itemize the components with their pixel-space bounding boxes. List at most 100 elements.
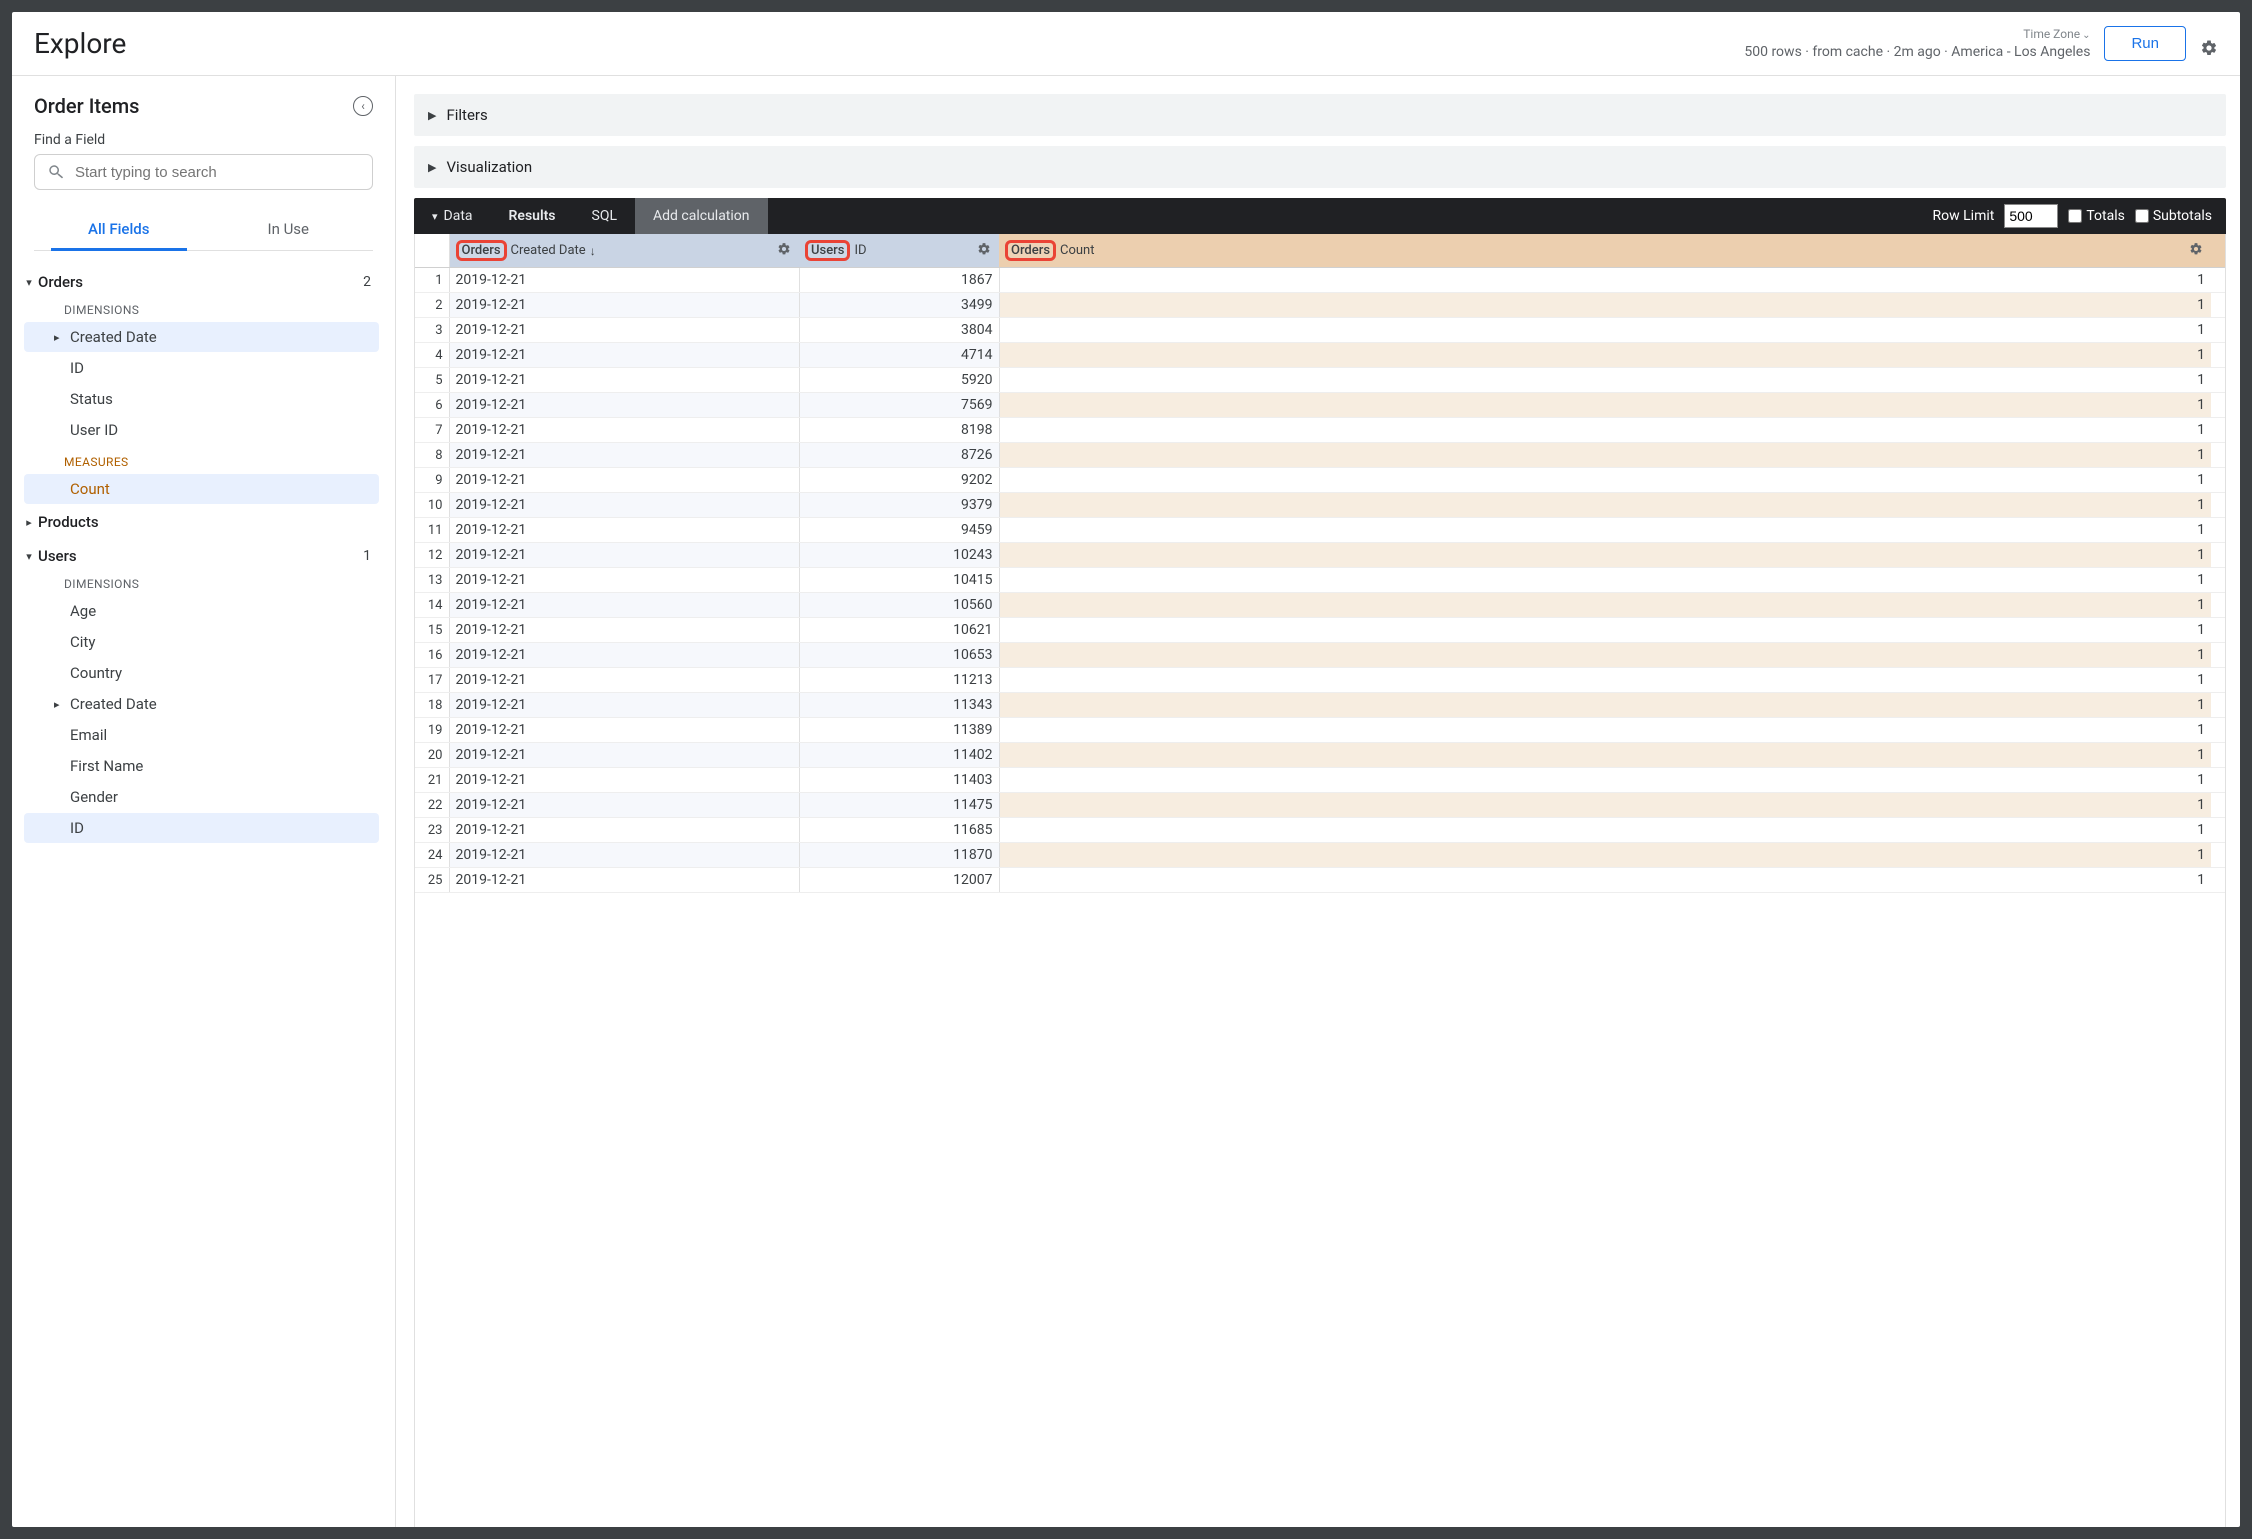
cell[interactable]: 1 bbox=[999, 718, 2211, 743]
sql-tab[interactable]: SQL bbox=[574, 198, 635, 234]
cell[interactable]: 11343 bbox=[799, 693, 999, 718]
totals-checkbox[interactable]: Totals bbox=[2068, 208, 2125, 224]
cell[interactable]: 1 bbox=[999, 268, 2211, 293]
cell[interactable]: 2019-12-21 bbox=[449, 468, 799, 493]
cell[interactable]: 1867 bbox=[799, 268, 999, 293]
cell[interactable]: 1 bbox=[999, 618, 2211, 643]
column-gear-icon[interactable] bbox=[2189, 242, 2203, 260]
data-tab[interactable]: Data bbox=[414, 198, 491, 234]
view-row[interactable]: ▸Products bbox=[18, 505, 385, 539]
cell[interactable]: 2019-12-21 bbox=[449, 718, 799, 743]
cell[interactable]: 1 bbox=[999, 393, 2211, 418]
cell[interactable]: 1 bbox=[999, 743, 2211, 768]
cell[interactable]: 2019-12-21 bbox=[449, 543, 799, 568]
cell[interactable]: 1 bbox=[999, 468, 2211, 493]
cell[interactable]: 1 bbox=[999, 418, 2211, 443]
cell[interactable]: 10560 bbox=[799, 593, 999, 618]
cell[interactable]: 9459 bbox=[799, 518, 999, 543]
cell[interactable]: 11475 bbox=[799, 793, 999, 818]
dimension-field[interactable]: First Name bbox=[24, 751, 379, 781]
cell[interactable]: 1 bbox=[999, 643, 2211, 668]
column-gear-icon[interactable] bbox=[777, 242, 791, 260]
view-row[interactable]: ▾Orders2 bbox=[18, 265, 385, 299]
cell[interactable]: 2019-12-21 bbox=[449, 843, 799, 868]
cell[interactable]: 11685 bbox=[799, 818, 999, 843]
cell[interactable]: 2019-12-21 bbox=[449, 568, 799, 593]
cell[interactable]: 1 bbox=[999, 768, 2211, 793]
column-header[interactable]: OrdersCreated Date↓ bbox=[449, 234, 799, 268]
cell[interactable]: 1 bbox=[999, 568, 2211, 593]
dimension-field[interactable]: Gender bbox=[24, 782, 379, 812]
cell[interactable]: 2019-12-21 bbox=[449, 818, 799, 843]
dimension-field[interactable]: User ID bbox=[24, 415, 379, 445]
cell[interactable]: 2019-12-21 bbox=[449, 868, 799, 893]
cell[interactable]: 1 bbox=[999, 868, 2211, 893]
cell[interactable]: 3499 bbox=[799, 293, 999, 318]
cell[interactable]: 1 bbox=[999, 518, 2211, 543]
cell[interactable]: 10621 bbox=[799, 618, 999, 643]
cell[interactable]: 2019-12-21 bbox=[449, 643, 799, 668]
cell[interactable]: 1 bbox=[999, 443, 2211, 468]
cell[interactable]: 2019-12-21 bbox=[449, 418, 799, 443]
results-tab[interactable]: Results bbox=[491, 198, 574, 234]
cell[interactable]: 2019-12-21 bbox=[449, 743, 799, 768]
dimension-field[interactable]: ▸Created Date bbox=[24, 689, 379, 719]
cell[interactable]: 10653 bbox=[799, 643, 999, 668]
cell[interactable]: 2019-12-21 bbox=[449, 618, 799, 643]
cell[interactable]: 1 bbox=[999, 343, 2211, 368]
cell[interactable]: 1 bbox=[999, 318, 2211, 343]
dimension-field[interactable]: Age bbox=[24, 596, 379, 626]
measure-field[interactable]: Count bbox=[24, 474, 379, 504]
cell[interactable]: 3804 bbox=[799, 318, 999, 343]
gear-icon[interactable] bbox=[2200, 39, 2218, 61]
filters-accordion[interactable]: ▶ Filters bbox=[414, 94, 2226, 136]
column-gear-icon[interactable] bbox=[977, 242, 991, 260]
cell[interactable]: 1 bbox=[999, 368, 2211, 393]
cell[interactable]: 1 bbox=[999, 543, 2211, 568]
subtotals-checkbox[interactable]: Subtotals bbox=[2135, 208, 2212, 224]
search-input[interactable] bbox=[75, 164, 360, 181]
cell[interactable]: 1 bbox=[999, 493, 2211, 518]
dimension-field[interactable]: City bbox=[24, 627, 379, 657]
dimension-field[interactable]: Country bbox=[24, 658, 379, 688]
cell[interactable]: 10415 bbox=[799, 568, 999, 593]
cell[interactable]: 1 bbox=[999, 668, 2211, 693]
search-input-wrap[interactable] bbox=[34, 154, 373, 190]
dimension-field[interactable]: Email bbox=[24, 720, 379, 750]
cell[interactable]: 2019-12-21 bbox=[449, 768, 799, 793]
cell[interactable]: 1 bbox=[999, 818, 2211, 843]
cell[interactable]: 9202 bbox=[799, 468, 999, 493]
dimension-field[interactable]: ID bbox=[24, 353, 379, 383]
cell[interactable]: 2019-12-21 bbox=[449, 293, 799, 318]
collapse-sidebar-icon[interactable]: ‹ bbox=[353, 96, 373, 116]
column-header[interactable]: UsersID bbox=[799, 234, 999, 268]
cell[interactable]: 2019-12-21 bbox=[449, 693, 799, 718]
cell[interactable]: 11389 bbox=[799, 718, 999, 743]
tab-all-fields[interactable]: All Fields bbox=[34, 208, 204, 250]
cell[interactable]: 2019-12-21 bbox=[449, 793, 799, 818]
cell[interactable]: 1 bbox=[999, 793, 2211, 818]
cell[interactable]: 5920 bbox=[799, 368, 999, 393]
cell[interactable]: 7569 bbox=[799, 393, 999, 418]
cell[interactable]: 2019-12-21 bbox=[449, 668, 799, 693]
add-calculation-button[interactable]: Add calculation bbox=[635, 198, 768, 234]
timezone-dropdown[interactable]: Time Zone⌄ bbox=[1744, 27, 2090, 43]
cell[interactable]: 2019-12-21 bbox=[449, 368, 799, 393]
cell[interactable]: 2019-12-21 bbox=[449, 593, 799, 618]
dimension-field[interactable]: ID bbox=[24, 813, 379, 843]
view-row[interactable]: ▾Users1 bbox=[18, 539, 385, 573]
cell[interactable]: 1 bbox=[999, 593, 2211, 618]
cell[interactable]: 2019-12-21 bbox=[449, 318, 799, 343]
cell[interactable]: 1 bbox=[999, 293, 2211, 318]
dimension-field[interactable]: Status bbox=[24, 384, 379, 414]
cell[interactable]: 2019-12-21 bbox=[449, 268, 799, 293]
cell[interactable]: 2019-12-21 bbox=[449, 493, 799, 518]
cell[interactable]: 10243 bbox=[799, 543, 999, 568]
dimension-field[interactable]: ▸Created Date bbox=[24, 322, 379, 352]
column-header[interactable]: OrdersCount bbox=[999, 234, 2211, 268]
row-limit-input[interactable] bbox=[2004, 204, 2058, 228]
cell[interactable]: 11403 bbox=[799, 768, 999, 793]
tab-in-use[interactable]: In Use bbox=[204, 208, 374, 250]
cell[interactable]: 2019-12-21 bbox=[449, 343, 799, 368]
cell[interactable]: 8198 bbox=[799, 418, 999, 443]
